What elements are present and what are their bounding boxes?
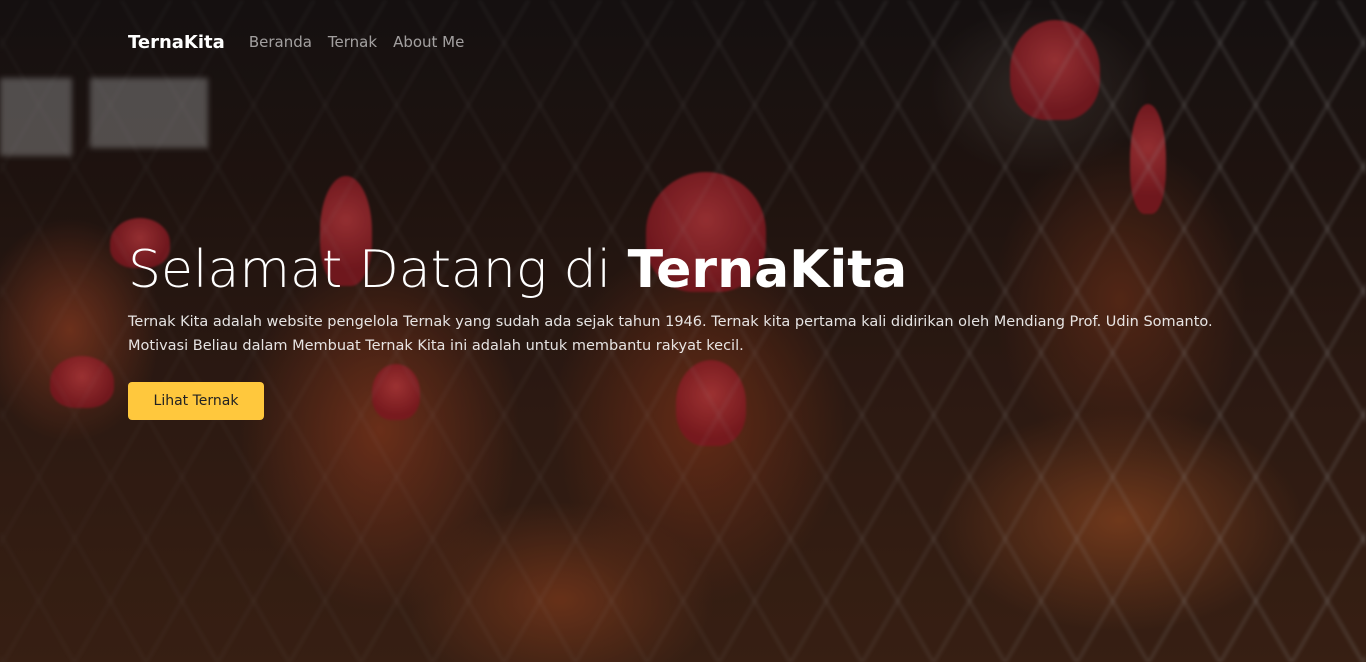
hero-section: TernaKita Beranda Ternak About Me Selama… [0,0,1366,662]
nav-item-beranda[interactable]: Beranda [249,33,312,51]
nav-item-about-me[interactable]: About Me [393,33,464,51]
brand-logo[interactable]: TernaKita [128,32,225,53]
hero-title: Selamat Datang di TernaKita [128,238,1248,302]
lihat-ternak-button[interactable]: Lihat Ternak [128,382,264,420]
top-nav: TernaKita Beranda Ternak About Me [128,28,480,56]
hero-description: Ternak Kita adalah website pengelola Ter… [128,314,1213,354]
hero-title-emphasis: TernaKita [627,240,908,300]
hero-title-prefix: Selamat Datang di [128,240,628,300]
hero-content: Selamat Datang di TernaKita Ternak Kita … [128,238,1248,420]
nav-item-ternak[interactable]: Ternak [328,33,377,51]
